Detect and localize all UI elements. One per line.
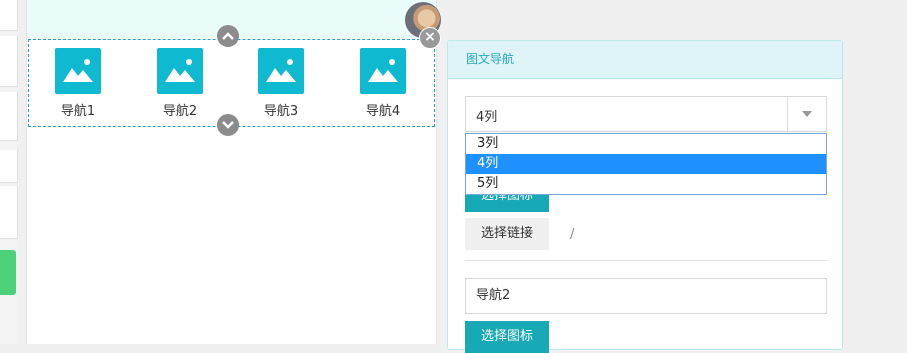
- nav-item[interactable]: 导航2: [150, 48, 210, 119]
- column-dropdown: 3列 4列 5列: [465, 133, 827, 195]
- dropdown-option[interactable]: 5列: [466, 174, 826, 194]
- green-action-button[interactable]: [0, 250, 16, 295]
- close-icon[interactable]: ×: [419, 27, 441, 49]
- settings-panel: 图文导航 4列 3列 4列 5列 选择图标 选择链接 / 导航2 选择图标: [447, 40, 843, 353]
- chevron-up-icon: [222, 32, 234, 40]
- panel-title: 图文导航: [448, 41, 842, 79]
- left-sidebar-strip: [0, 0, 18, 344]
- column-select[interactable]: 4列: [465, 96, 827, 132]
- dropdown-option[interactable]: 3列: [466, 134, 826, 154]
- nav-item-label: 导航2: [162, 104, 198, 119]
- chevron-down-icon: [222, 121, 234, 129]
- phone-preview: 导航1 导航2 导航3 导航4: [26, 0, 437, 344]
- column-select-value: 4列: [476, 110, 498, 125]
- image-placeholder-icon: [157, 48, 203, 94]
- divider: [465, 260, 827, 261]
- sidebar-card[interactable]: [0, 186, 18, 239]
- image-placeholder-icon: [258, 48, 304, 94]
- sidebar-card[interactable]: [0, 36, 18, 87]
- nav-item[interactable]: 导航3: [251, 48, 311, 119]
- nav-item-label: 导航1: [60, 104, 96, 119]
- nav-item[interactable]: 导航4: [353, 48, 413, 119]
- nav-name-input[interactable]: 导航2: [465, 278, 827, 314]
- image-placeholder-icon: [360, 48, 406, 94]
- nav-item[interactable]: 导航1: [48, 48, 108, 119]
- sidebar-card[interactable]: [0, 92, 18, 141]
- select-icon-button-2[interactable]: 选择图标: [465, 321, 549, 353]
- move-up-button[interactable]: [217, 25, 239, 47]
- dropdown-option-selected[interactable]: 4列: [466, 154, 826, 174]
- sidebar-card[interactable]: [0, 150, 18, 183]
- nav-item-label: 导航3: [263, 104, 299, 119]
- caret-down-icon: [802, 111, 812, 117]
- sidebar-card[interactable]: [0, 0, 18, 31]
- move-down-button[interactable]: [217, 114, 239, 136]
- select-arrow[interactable]: [787, 97, 826, 131]
- image-placeholder-icon: [55, 48, 101, 94]
- nav-item-label: 导航4: [365, 104, 401, 119]
- link-separator: /: [570, 227, 575, 242]
- select-link-button[interactable]: 选择链接: [465, 218, 549, 250]
